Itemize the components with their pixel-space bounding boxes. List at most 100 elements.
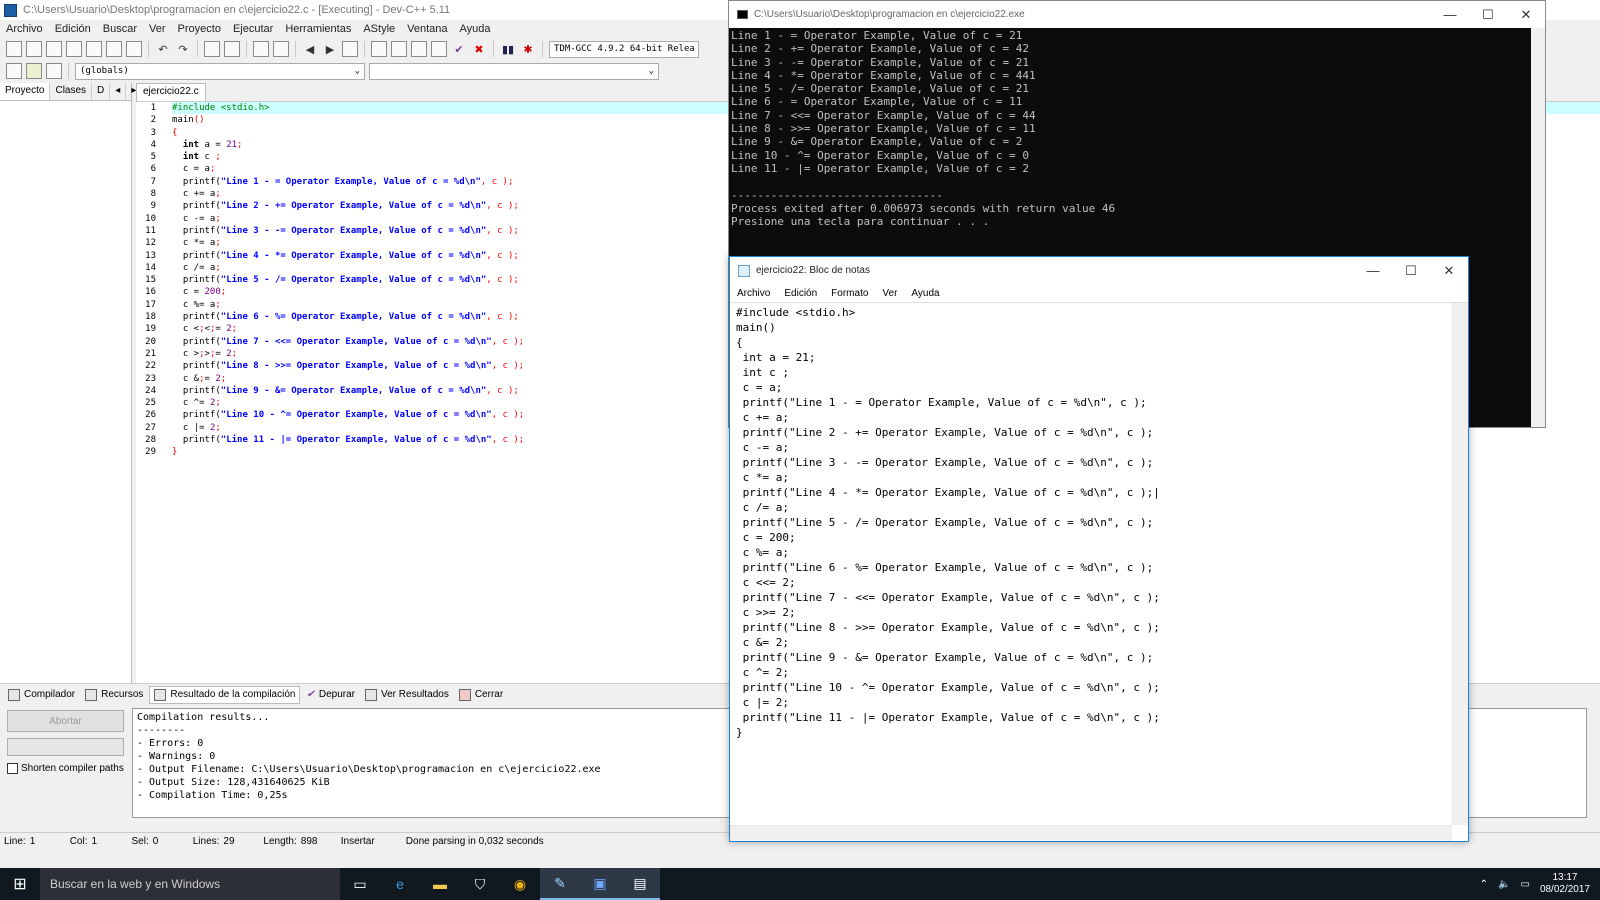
globals-select[interactable]: (globals) ⌄ — [75, 62, 365, 80]
tab-ver-resultados[interactable]: Ver Resultados — [361, 687, 453, 703]
close-icon[interactable]: ✕ — [1430, 257, 1468, 284]
np-menu-archivo[interactable]: Archivo — [730, 288, 777, 299]
np-menu-ver[interactable]: Ver — [875, 288, 904, 299]
editor-tabs: ejercicio22.c — [136, 83, 206, 101]
replace-icon[interactable] — [224, 41, 240, 57]
save-all-icon[interactable] — [66, 41, 82, 57]
run-icon[interactable] — [391, 41, 407, 57]
menu-ejecutar[interactable]: Ejecutar — [227, 23, 279, 35]
tab-debug[interactable]: D — [92, 83, 111, 100]
np-menu-edicion[interactable]: Edición — [777, 288, 824, 299]
bar-chart-icon — [154, 688, 167, 701]
minimize-icon[interactable]: — — [1431, 1, 1469, 28]
tab-compilador[interactable]: Compilador — [4, 687, 79, 703]
notifications-icon[interactable]: ▭ — [1520, 879, 1529, 890]
find-icon[interactable] — [204, 41, 220, 57]
volume-icon[interactable]: 🔈 — [1498, 879, 1510, 890]
check-syntax-icon[interactable]: ✔ — [451, 41, 467, 57]
stop-execution-icon[interactable]: ✖ — [471, 41, 487, 57]
tab-cerrar[interactable]: Cerrar — [455, 687, 507, 703]
line-number: 2 — [150, 115, 156, 126]
unindent-icon[interactable] — [273, 41, 289, 57]
line-number: 16 — [145, 287, 156, 298]
notepad-taskbar-icon[interactable]: ✎ — [540, 868, 580, 900]
undo-icon[interactable]: ↶ — [155, 41, 171, 57]
menu-proyecto[interactable]: Proyecto — [172, 23, 227, 35]
line-number: 7 — [150, 176, 156, 187]
debug-icon[interactable]: ✱ — [520, 41, 536, 57]
back-icon[interactable]: ◀ — [302, 41, 318, 57]
file-explorer-icon[interactable]: ▬ — [420, 868, 460, 900]
tab-ejercicio22[interactable]: ejercicio22.c — [136, 83, 206, 101]
close-all-icon[interactable] — [106, 41, 122, 57]
close-file-icon[interactable] — [86, 41, 102, 57]
insert-icon[interactable] — [46, 63, 62, 79]
maximize-icon[interactable]: ☐ — [1469, 1, 1507, 28]
tab-cerrar-label: Cerrar — [474, 689, 504, 700]
menu-herramientas[interactable]: Herramientas — [279, 23, 357, 35]
status-parse: Done parsing in 0,032 seconds — [405, 836, 544, 847]
profile-chart-icon[interactable]: ▮▮ — [500, 41, 516, 57]
save-icon[interactable] — [46, 41, 62, 57]
tab-scroll-left-icon[interactable]: ◂ — [110, 83, 127, 100]
forward-icon[interactable]: ▶ — [322, 41, 338, 57]
export-icon[interactable] — [26, 63, 42, 79]
status-lines-value: 29 — [223, 836, 235, 847]
compile-icon[interactable] — [371, 41, 387, 57]
menu-archivo[interactable]: Archivo — [0, 23, 49, 35]
tab-recursos[interactable]: Recursos — [81, 687, 147, 703]
redo-icon[interactable]: ↷ — [175, 41, 191, 57]
maximize-icon[interactable]: ☐ — [1392, 257, 1430, 284]
tab-resultado-compilacion[interactable]: Resultado de la compilación — [149, 685, 301, 704]
devcpp-taskbar-icon[interactable]: ▣ — [580, 868, 620, 900]
minimize-icon[interactable]: — — [1354, 257, 1392, 284]
console-scrollbar[interactable] — [1531, 28, 1545, 427]
new-file-icon[interactable] — [6, 41, 22, 57]
compile-run-icon[interactable] — [411, 41, 427, 57]
notepad-text-area[interactable]: #include <stdio.h> main() { int a = 21; … — [730, 303, 1452, 825]
tab-depurar[interactable]: ✔ Depurar — [302, 687, 359, 702]
menu-buscar[interactable]: Buscar — [97, 23, 143, 35]
edge-icon[interactable]: e — [380, 868, 420, 900]
compile-progress-bar — [7, 738, 124, 756]
line-number: 11 — [145, 225, 156, 236]
store-icon[interactable]: ⛉ — [460, 868, 500, 900]
open-file-icon[interactable] — [26, 41, 42, 57]
notepad-horizontal-scrollbar[interactable] — [730, 825, 1452, 841]
menu-ayuda[interactable]: Ayuda — [454, 23, 497, 35]
chevron-up-icon[interactable]: ⌃ — [1480, 879, 1488, 890]
console-output[interactable]: Line 1 - = Operator Example, Value of c … — [729, 28, 1545, 229]
notepad-window: ejercicio22: Bloc de notas — ☐ ✕ Archivo… — [729, 256, 1469, 842]
goto-icon[interactable] — [6, 63, 22, 79]
np-menu-ayuda[interactable]: Ayuda — [904, 288, 946, 299]
menu-ventana[interactable]: Ventana — [401, 23, 453, 35]
notepad-vertical-scrollbar[interactable] — [1452, 303, 1468, 825]
indent-icon[interactable] — [253, 41, 269, 57]
console-taskbar-icon[interactable]: ▤ — [620, 868, 660, 900]
line-number-gutter: 1 2 3 4 5 6 7 8 9 10 11 12 13 14 15 16 17 18 19 20 21 22 23 24 2… — [136, 102, 176, 693]
abort-button[interactable]: Abortar — [7, 710, 124, 732]
line-number: 18 — [145, 312, 156, 323]
chrome-icon[interactable]: ◉ — [500, 868, 540, 900]
menu-astyle[interactable]: AStyle — [357, 23, 401, 35]
menu-ver[interactable]: Ver — [143, 23, 172, 35]
task-view-icon[interactable]: ▭ — [340, 868, 380, 900]
taskbar-search[interactable]: Buscar en la web y en Windows — [40, 868, 340, 900]
menu-edicion[interactable]: Edición — [49, 23, 97, 35]
print-icon[interactable] — [126, 41, 142, 57]
windows-start-icon[interactable]: ⊞ — [0, 868, 40, 900]
rebuild-icon[interactable] — [431, 41, 447, 57]
tab-clases[interactable]: Clases — [50, 83, 93, 100]
shorten-paths-option[interactable]: Shorten compiler paths — [7, 763, 124, 774]
clock[interactable]: 13:17 08/02/2017 — [1540, 872, 1590, 896]
function-select[interactable]: ⌄ — [369, 62, 659, 80]
np-menu-formato[interactable]: Formato — [824, 288, 875, 299]
tab-depurar-label: Depurar — [318, 689, 355, 700]
bookmark-icon[interactable] — [342, 41, 358, 57]
line-number: 25 — [145, 398, 156, 409]
tab-proyecto[interactable]: Proyecto — [0, 83, 51, 100]
close-icon[interactable]: ✕ — [1507, 1, 1545, 28]
system-tray: ⌃ 🔈 ▭ 13:17 08/02/2017 — [1480, 872, 1600, 896]
compiler-select[interactable]: TDM-GCC 4.9.2 64-bit Release — [549, 40, 699, 58]
shorten-paths-checkbox[interactable] — [7, 763, 18, 774]
